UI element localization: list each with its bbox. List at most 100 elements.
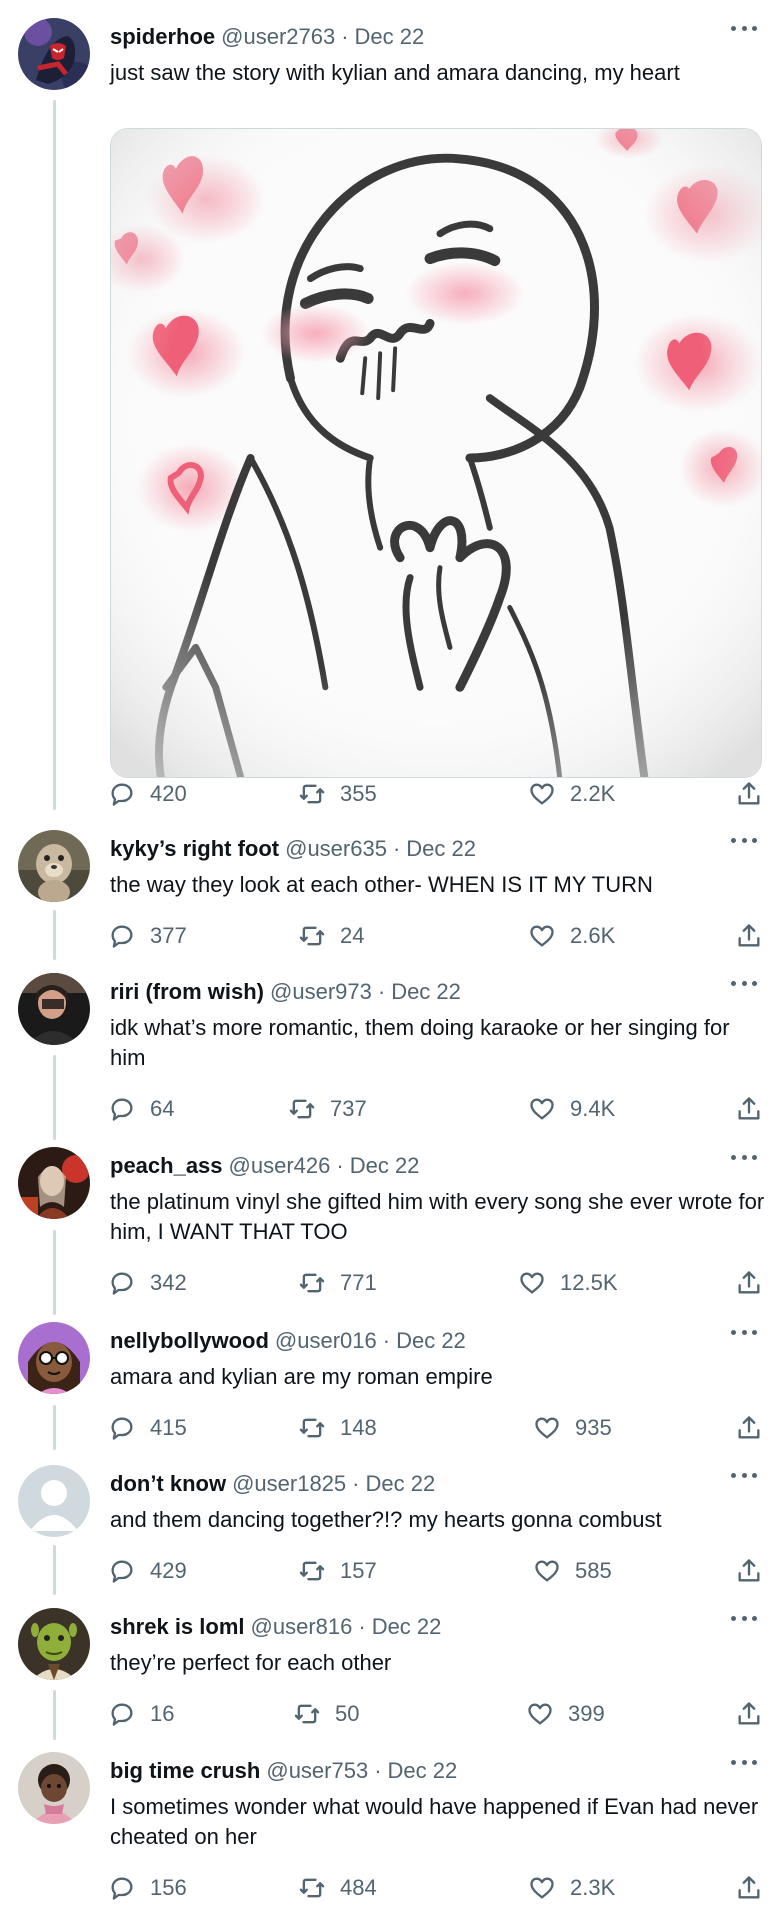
tweet-actions: 420 355 2.2K <box>108 778 763 810</box>
share-icon <box>738 1876 760 1899</box>
retweet-button[interactable]: 50 <box>293 1698 359 1730</box>
like-button[interactable]: 2.2K <box>528 778 615 810</box>
tweet[interactable]: peach_ass @user426 · Dec 22 the platinum vi… <box>0 1147 781 1307</box>
avatar[interactable] <box>18 1752 90 1824</box>
retweet-icon <box>299 784 325 804</box>
handle[interactable]: @user816 <box>251 1614 353 1639</box>
ellipsis-icon <box>731 1329 736 1335</box>
tweet-media-image[interactable] <box>110 128 762 778</box>
tweet-date[interactable]: Dec 22 <box>406 836 476 861</box>
handle[interactable]: @user016 <box>275 1328 377 1353</box>
reply-count: 415 <box>150 1415 187 1440</box>
avatar[interactable] <box>18 1322 90 1394</box>
like-button[interactable]: 399 <box>526 1698 605 1730</box>
retweet-button[interactable]: 484 <box>298 1872 377 1904</box>
like-button[interactable]: 9.4K <box>528 1093 615 1125</box>
retweet-button[interactable]: 737 <box>288 1093 367 1125</box>
handle[interactable]: @user635 <box>285 836 387 861</box>
reply-icon <box>111 1560 133 1583</box>
display-name[interactable]: peach_ass <box>110 1153 223 1178</box>
share-button[interactable] <box>735 920 763 952</box>
more-options-button[interactable] <box>731 1608 757 1628</box>
like-count: 12.5K <box>560 1270 618 1295</box>
tweet-text: and them dancing together?!? my hearts g… <box>110 1507 662 1532</box>
share-button[interactable] <box>735 1872 763 1904</box>
tweet-date[interactable]: Dec 22 <box>366 1471 436 1496</box>
handle[interactable]: @user2763 <box>221 24 335 49</box>
reply-button[interactable]: 429 <box>108 1555 187 1587</box>
heart-icon <box>520 1272 544 1294</box>
more-options-button[interactable] <box>731 1752 757 1772</box>
tweet-date[interactable]: Dec 22 <box>372 1614 442 1639</box>
display-name[interactable]: nellybollywood <box>110 1328 269 1353</box>
tweet-actions: 377 24 2.6K <box>108 920 763 952</box>
reply-count: 377 <box>150 923 187 948</box>
display-name[interactable]: shrek is loml <box>110 1614 245 1639</box>
display-name[interactable]: kyky’s right foot <box>110 836 279 861</box>
share-button[interactable] <box>735 778 763 810</box>
reply-count: 156 <box>150 1875 187 1900</box>
display-name[interactable]: don’t know <box>110 1471 226 1496</box>
tweet-date[interactable]: Dec 22 <box>355 24 425 49</box>
reply-button[interactable]: 415 <box>108 1412 187 1444</box>
retweet-button[interactable]: 771 <box>298 1267 377 1299</box>
retweet-count: 50 <box>335 1701 360 1726</box>
reply-icon <box>111 783 133 806</box>
handle[interactable]: @user426 <box>229 1153 331 1178</box>
display-name[interactable]: big time crush <box>110 1758 260 1783</box>
more-options-button[interactable] <box>731 1147 757 1167</box>
retweet-button[interactable]: 148 <box>298 1412 377 1444</box>
default-avatar-icon <box>18 1465 90 1537</box>
share-button[interactable] <box>735 1555 763 1587</box>
like-count: 585 <box>575 1558 612 1583</box>
display-name[interactable]: spiderhoe <box>110 24 215 49</box>
reply-button[interactable]: 377 <box>108 920 187 952</box>
reply-button[interactable]: 156 <box>108 1872 187 1904</box>
tweet[interactable]: riri (from wish) @user973 · Dec 22 idk what… <box>0 973 781 1133</box>
share-button[interactable] <box>735 1267 763 1299</box>
like-button[interactable]: 2.3K <box>528 1872 615 1904</box>
tweet-date[interactable]: Dec 22 <box>350 1153 420 1178</box>
tweet-header: kyky’s right foot @user635 · Dec 22 <box>110 834 761 864</box>
handle[interactable]: @user1825 <box>232 1471 346 1496</box>
more-options-button[interactable] <box>731 973 757 993</box>
tweet[interactable]: big time crush @user753 · Dec 22 I sometime… <box>0 1752 781 1917</box>
more-options-button[interactable] <box>731 1322 757 1342</box>
avatar[interactable] <box>18 830 90 902</box>
retweet-icon <box>294 1704 320 1724</box>
reply-button[interactable]: 342 <box>108 1267 187 1299</box>
more-options-button[interactable] <box>731 18 757 38</box>
tweet[interactable]: don’t know @user1825 · Dec 22 and them danc… <box>0 1465 781 1595</box>
reply-button[interactable]: 420 <box>108 778 187 810</box>
handle[interactable]: @user753 <box>266 1758 368 1783</box>
tweet[interactable]: kyky’s right foot @user635 · Dec 22 the way… <box>0 830 781 960</box>
like-button[interactable]: 2.6K <box>528 920 615 952</box>
like-button[interactable]: 12.5K <box>518 1267 618 1299</box>
tweet-date[interactable]: Dec 22 <box>396 1328 466 1353</box>
reply-button[interactable]: 64 <box>108 1093 174 1125</box>
tweet-actions: 415 148 935 <box>108 1412 763 1444</box>
retweet-button[interactable]: 157 <box>298 1555 377 1587</box>
display-name[interactable]: riri (from wish) <box>110 979 264 1004</box>
avatar[interactable] <box>18 1465 90 1537</box>
handle[interactable]: @user973 <box>270 979 372 1004</box>
tweet[interactable]: spiderhoe @user2763 · Dec 22 just saw the s… <box>0 18 781 818</box>
avatar[interactable] <box>18 1147 90 1219</box>
tweet[interactable]: shrek is loml @user816 · Dec 22 they’re per… <box>0 1608 781 1738</box>
more-options-button[interactable] <box>731 830 757 850</box>
share-button[interactable] <box>735 1412 763 1444</box>
share-button[interactable] <box>735 1093 763 1125</box>
avatar[interactable] <box>18 18 90 90</box>
share-button[interactable] <box>735 1698 763 1730</box>
retweet-button[interactable]: 24 <box>298 920 364 952</box>
reply-button[interactable]: 16 <box>108 1698 174 1730</box>
avatar[interactable] <box>18 973 90 1045</box>
tweet-date[interactable]: Dec 22 <box>391 979 461 1004</box>
avatar[interactable] <box>18 1608 90 1680</box>
more-options-button[interactable] <box>731 1465 757 1485</box>
like-button[interactable]: 935 <box>533 1412 612 1444</box>
like-button[interactable]: 585 <box>533 1555 612 1587</box>
retweet-button[interactable]: 355 <box>298 778 377 810</box>
tweet[interactable]: nellybollywood @user016 · Dec 22 amara and … <box>0 1322 781 1452</box>
tweet-date[interactable]: Dec 22 <box>388 1758 458 1783</box>
